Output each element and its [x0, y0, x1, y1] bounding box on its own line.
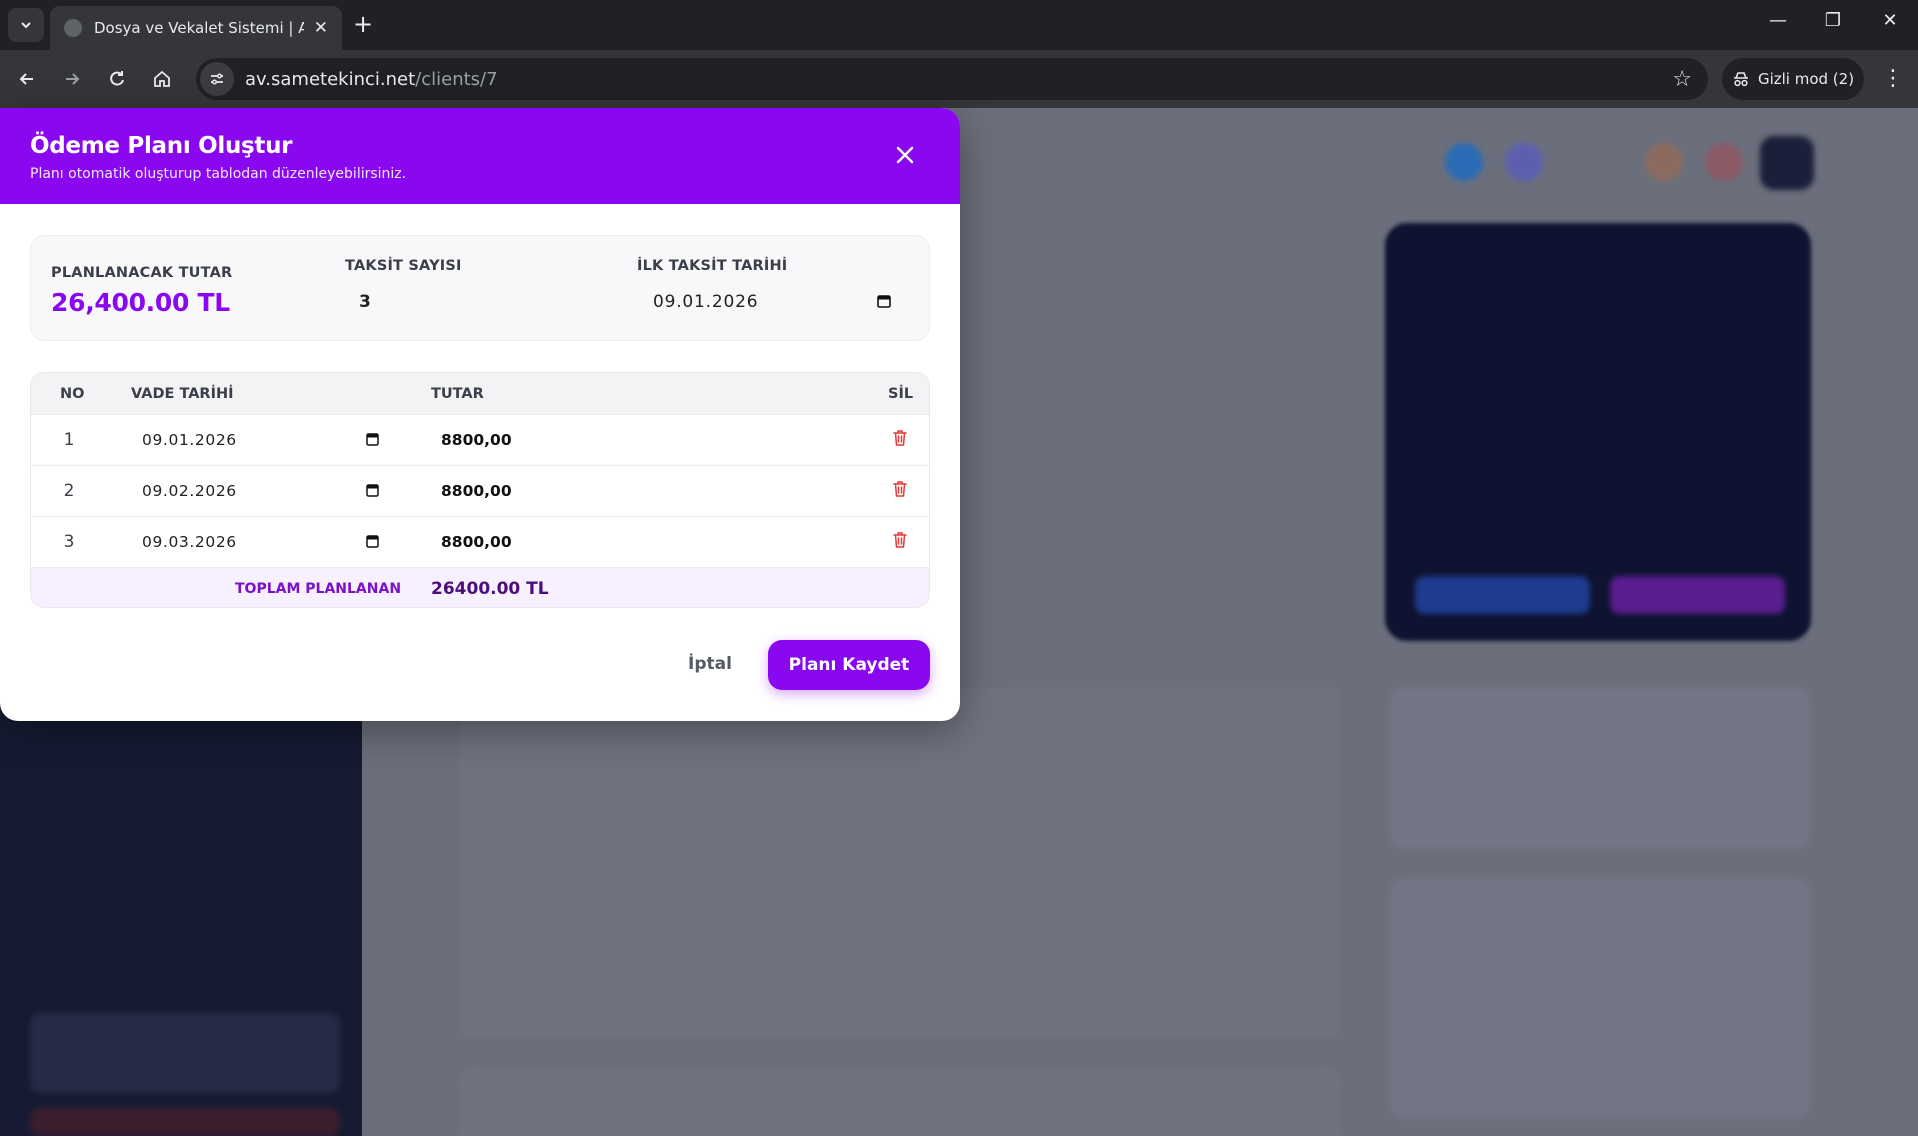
home-icon	[154, 70, 170, 87]
reload-icon	[110, 71, 124, 86]
incognito-icon	[1733, 72, 1748, 87]
arrow-left-icon	[19, 73, 33, 85]
trash-icon[interactable]	[891, 428, 909, 448]
save-plan-button[interactable]: Planı Kaydet	[768, 640, 930, 690]
background-logout-bar	[30, 1108, 340, 1136]
installment-count-input[interactable]: 3	[359, 292, 371, 312]
background-user-card	[30, 1013, 340, 1093]
tab-close-icon[interactable]: ✕	[314, 18, 328, 38]
installment-table: NO VADE TARİHİ TUTAR SİL 1 09.01.2026 88…	[30, 372, 930, 608]
background-card-right-2	[1390, 878, 1810, 1118]
url-host: av.sametekinci.net	[245, 68, 416, 90]
installment-count-label: TAKSİT SAYISI	[345, 258, 462, 274]
table-row: 1 09.01.2026 8800,00	[31, 414, 929, 465]
back-button[interactable]	[12, 64, 42, 94]
chevron-down-icon	[21, 22, 31, 29]
restore-button[interactable]: ❐	[1813, 10, 1853, 31]
amount-input[interactable]: 8800,00	[441, 431, 512, 449]
modal-subtitle: Planı otomatik oluşturup tablodan düzenl…	[30, 166, 407, 182]
calendar-icon[interactable]	[366, 534, 379, 548]
favicon-icon	[64, 19, 82, 37]
site-info-icon[interactable]	[200, 62, 234, 96]
background-table-card	[460, 1068, 1340, 1136]
header-no: NO	[60, 386, 85, 402]
address-bar[interactable]: av.sametekinci.net/clients/7 ☆	[196, 58, 1708, 100]
background-avatar-orange	[1645, 143, 1683, 181]
table-header: NO VADE TARİHİ TUTAR SİL	[31, 373, 929, 414]
table-row: 3 09.03.2026 8800,00	[31, 516, 929, 567]
incognito-label: Gizli mod (2)	[1757, 70, 1855, 88]
close-window-button[interactable]: ✕	[1870, 10, 1910, 31]
planned-amount-value: 26,400.00 TL	[51, 288, 230, 317]
cancel-button[interactable]: İptal	[684, 649, 736, 679]
calendar-icon[interactable]	[366, 483, 379, 497]
amount-input[interactable]: 8800,00	[441, 533, 512, 551]
background-main-card	[460, 688, 1340, 1038]
new-tab-button[interactable]: +	[353, 11, 373, 37]
minimize-button[interactable]: —	[1758, 10, 1798, 31]
header-due-date: VADE TARİHİ	[131, 386, 234, 402]
arrow-right-icon	[66, 73, 80, 85]
amount-input[interactable]: 8800,00	[441, 482, 512, 500]
background-profile-button	[1760, 136, 1814, 190]
reload-button[interactable]	[102, 64, 132, 94]
home-button[interactable]	[147, 64, 177, 94]
url-path: /clients/7	[415, 68, 498, 90]
tab-search-button[interactable]	[8, 8, 44, 42]
tab-title: Dosya ve Vekalet Sistemi | Avuk	[94, 19, 304, 37]
row-number: 1	[63, 430, 75, 450]
plan-summary: PLANLANACAK TUTAR 26,400.00 TL TAKSİT SA…	[30, 235, 930, 341]
background-avatar-indigo	[1505, 143, 1543, 181]
background-purple-button	[1610, 576, 1785, 614]
background-blue-button	[1415, 576, 1590, 614]
header-delete: SİL	[888, 386, 914, 402]
background-avatar-blue	[1445, 143, 1483, 181]
modal-title: Ödeme Planı Oluştur	[30, 133, 293, 159]
incognito-indicator[interactable]: Gizli mod (2)	[1722, 58, 1864, 100]
row-number: 3	[63, 532, 75, 552]
tab-strip: Dosya ve Vekalet Sistemi | Avuk ✕ + — ❐ …	[0, 0, 1918, 50]
total-label: TOPLAM PLANLANAN	[235, 581, 402, 597]
row-number: 2	[63, 481, 75, 501]
trash-icon[interactable]	[891, 530, 909, 550]
due-date-input[interactable]: 09.02.2026	[142, 482, 237, 500]
modal-header: Ödeme Planı Oluştur Planı otomatik oluşt…	[0, 108, 960, 204]
due-date-input[interactable]: 09.03.2026	[142, 533, 237, 551]
calendar-icon[interactable]	[366, 432, 379, 446]
trash-icon[interactable]	[891, 479, 909, 499]
table-total-row: TOPLAM PLANLANAN 26400.00 TL	[31, 567, 929, 607]
payment-plan-modal: Ödeme Planı Oluştur Planı otomatik oluşt…	[0, 108, 960, 721]
browser-tab[interactable]: Dosya ve Vekalet Sistemi | Avuk ✕	[50, 6, 342, 50]
header-amount: TUTAR	[431, 386, 484, 402]
bookmark-star-icon[interactable]: ☆	[1672, 67, 1692, 92]
due-date-input[interactable]: 09.01.2026	[142, 431, 237, 449]
table-row: 2 09.02.2026 8800,00	[31, 465, 929, 516]
background-avatar-red	[1705, 143, 1743, 181]
browser-menu-button[interactable]: ⋮	[1878, 64, 1908, 94]
total-value: 26400.00 TL	[431, 579, 549, 599]
background-card-right	[1390, 688, 1810, 848]
close-icon[interactable]	[892, 142, 918, 168]
forward-button[interactable]	[57, 64, 87, 94]
planned-amount-label: PLANLANACAK TUTAR	[51, 265, 233, 281]
first-date-input[interactable]: 09.01.2026	[653, 292, 758, 312]
calendar-icon[interactable]	[877, 294, 891, 308]
first-date-label: İLK TAKSİT TARİHİ	[637, 258, 788, 274]
